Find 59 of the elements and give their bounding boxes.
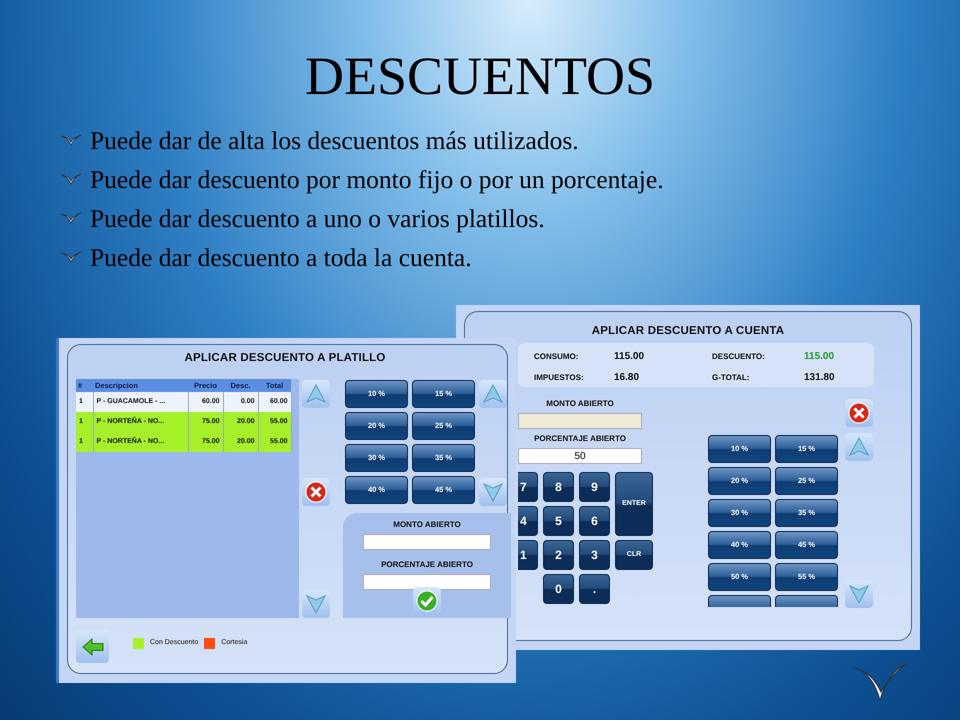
amount-input-field[interactable] <box>363 534 491 550</box>
check-icon <box>416 590 438 612</box>
back-button[interactable] <box>76 630 109 663</box>
summary-label: G-TOTAL: <box>712 372 750 384</box>
scroll-up-button[interactable] <box>845 433 873 461</box>
scroll-up-button[interactable] <box>479 380 507 408</box>
summary-value: 115.00 <box>804 350 836 364</box>
bullet-text: Puede dar descuento a toda la cuenta. <box>90 242 472 274</box>
close-icon <box>305 481 327 503</box>
up-arrow-icon <box>305 383 327 405</box>
keypad-key[interactable]: 4 <box>518 506 538 536</box>
field-label: PORCENTAJE ABIERTO <box>534 433 626 445</box>
summary-value: 16.80 <box>614 371 640 385</box>
bullet-icon <box>60 134 82 146</box>
keypad-key[interactable]: 3 <box>579 540 610 570</box>
back-arrow-icon <box>82 636 104 658</box>
window-title: APLICAR DESCUENTO A CUENTA <box>590 324 786 339</box>
keypad-key[interactable]: 8 <box>543 472 574 502</box>
keypad-key[interactable]: 7 <box>518 472 538 502</box>
bullet-text: Puede dar descuento a uno o varios platillos. <box>90 202 545 235</box>
field-label: PORCENTAJE ABIERTO <box>381 559 473 571</box>
bullet-icon <box>60 173 82 186</box>
cancel-button[interactable] <box>845 399 873 427</box>
summary-label: CONSUMO: <box>534 350 580 362</box>
bullet-icon <box>60 251 82 264</box>
scroll-down-button[interactable] <box>479 478 507 506</box>
summary-value: 115.00 <box>614 350 646 364</box>
percent-input-field[interactable]: 50 <box>518 448 642 464</box>
bullet-text: Puede dar descuento por monto fijo o por un porcentaje. <box>90 164 664 196</box>
summary-label: IMPUESTOS: <box>534 372 585 384</box>
confirm-button[interactable] <box>413 587 441 615</box>
scroll-up-button[interactable] <box>302 380 330 408</box>
keypad-key[interactable]: 0 <box>543 574 574 604</box>
slide-title: DESCUENTOS <box>304 45 656 108</box>
wings-logo-icon <box>852 662 908 702</box>
scroll-down-button[interactable] <box>302 590 330 618</box>
keypad-key[interactable]: 2 <box>543 540 574 570</box>
field-label: MONTO ABIERTO <box>393 519 461 531</box>
down-arrow-icon <box>482 481 504 503</box>
amount-input-field[interactable] <box>518 413 642 429</box>
up-arrow-icon <box>482 383 504 405</box>
keypad-key[interactable]: 1 <box>518 540 538 570</box>
down-arrow-icon <box>848 583 870 605</box>
close-icon <box>848 402 870 424</box>
scroll-down-button[interactable] <box>845 580 873 608</box>
summary-value: 131.80 <box>804 371 836 385</box>
percent-input-field[interactable] <box>363 574 491 590</box>
cancel-button[interactable] <box>302 478 330 506</box>
field-label: MONTO ABIERTO <box>546 398 614 410</box>
bullet-text: Puede dar de alta los descuentos más utilizados. <box>90 124 579 157</box>
down-arrow-icon <box>305 593 327 615</box>
summary-label: DESCUENTO: <box>712 350 766 362</box>
bullet-icon <box>60 212 82 224</box>
keypad-key[interactable]: . <box>579 574 610 604</box>
keypad-key[interactable]: 5 <box>543 506 574 536</box>
up-arrow-icon <box>848 436 870 458</box>
keypad-key[interactable]: 6 <box>579 506 610 536</box>
window-title: APLICAR DESCUENTO A PLATILLO <box>183 351 387 366</box>
keypad-key[interactable]: 9 <box>579 472 610 502</box>
